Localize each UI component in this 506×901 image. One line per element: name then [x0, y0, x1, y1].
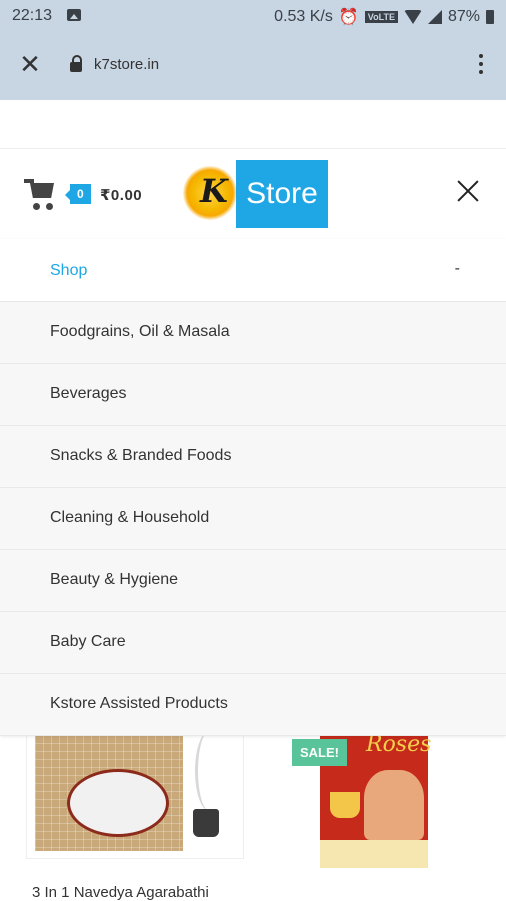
status-right: 0.53 K/s ⏰ VoLTE 87%	[274, 7, 494, 27]
logo-sun: K	[183, 166, 237, 220]
status-bar: 22:13 0.53 K/s ⏰ VoLTE 87%	[0, 0, 506, 32]
alarm-icon: ⏰	[338, 9, 359, 26]
site-header: 0 ₹0.00 K Store	[0, 149, 506, 239]
wifi-icon	[403, 10, 422, 24]
menu-item-label: Foodgrains, Oil & Masala	[50, 323, 230, 340]
battery-level: 87%	[447, 8, 480, 25]
category-menu: Shop - Foodgrains, Oil & Masala Beverage…	[0, 239, 506, 736]
lock-icon[interactable]	[70, 55, 82, 72]
menu-item-cleaning[interactable]: Cleaning & Household	[0, 488, 506, 550]
menu-item-foodgrains[interactable]: Foodgrains, Oil & Masala	[0, 302, 506, 364]
menu-item-beauty[interactable]: Beauty & Hygiene	[0, 550, 506, 612]
menu-item-label: Beverages	[50, 385, 127, 402]
close-tab-icon[interactable]: ✕	[18, 51, 42, 77]
menu-item-assisted[interactable]: Kstore Assisted Products	[0, 674, 506, 736]
product-title[interactable]: 3 In 1 Navedya Agarabathi	[32, 884, 209, 901]
menu-item-snacks[interactable]: Snacks & Branded Foods	[0, 426, 506, 488]
site-logo[interactable]: K Store	[183, 160, 328, 228]
menu-shop[interactable]: Shop -	[0, 239, 506, 302]
collapse-toggle[interactable]: -	[455, 260, 460, 278]
cart-icon[interactable]	[24, 179, 60, 211]
menu-item-label: Baby Care	[50, 633, 126, 650]
cart-count-badge[interactable]: 0	[65, 184, 91, 204]
browser-url-bar: ✕ k7store.in	[0, 32, 506, 100]
cart-total[interactable]: ₹0.00	[100, 186, 142, 204]
top-strip	[0, 100, 506, 149]
signal-icon	[427, 10, 442, 24]
image-notification-icon	[67, 9, 81, 21]
url-text[interactable]: k7store.in	[94, 56, 159, 73]
sale-badge: SALE!	[292, 739, 347, 766]
logo-mark: K	[200, 172, 228, 210]
smoke-graphic	[195, 731, 224, 811]
browser-menu-icon[interactable]	[479, 54, 484, 78]
menu-item-label: Kstore Assisted Products	[50, 695, 228, 712]
menu-item-baby-care[interactable]: Baby Care	[0, 612, 506, 674]
volte-badge: VoLTE	[364, 11, 398, 23]
menu-shop-label[interactable]: Shop	[50, 262, 87, 280]
status-time: 22:13	[12, 7, 53, 24]
close-menu-icon[interactable]	[456, 179, 480, 203]
battery-icon	[486, 10, 494, 24]
logo-text: Store	[236, 160, 328, 228]
menu-item-label: Snacks & Branded Foods	[50, 447, 232, 464]
menu-item-label: Cleaning & Household	[50, 509, 210, 526]
network-speed: 0.53 K/s	[274, 8, 333, 25]
pot-graphic	[193, 809, 219, 837]
menu-item-label: Beauty & Hygiene	[50, 571, 179, 588]
menu-item-beverages[interactable]: Beverages	[0, 364, 506, 426]
